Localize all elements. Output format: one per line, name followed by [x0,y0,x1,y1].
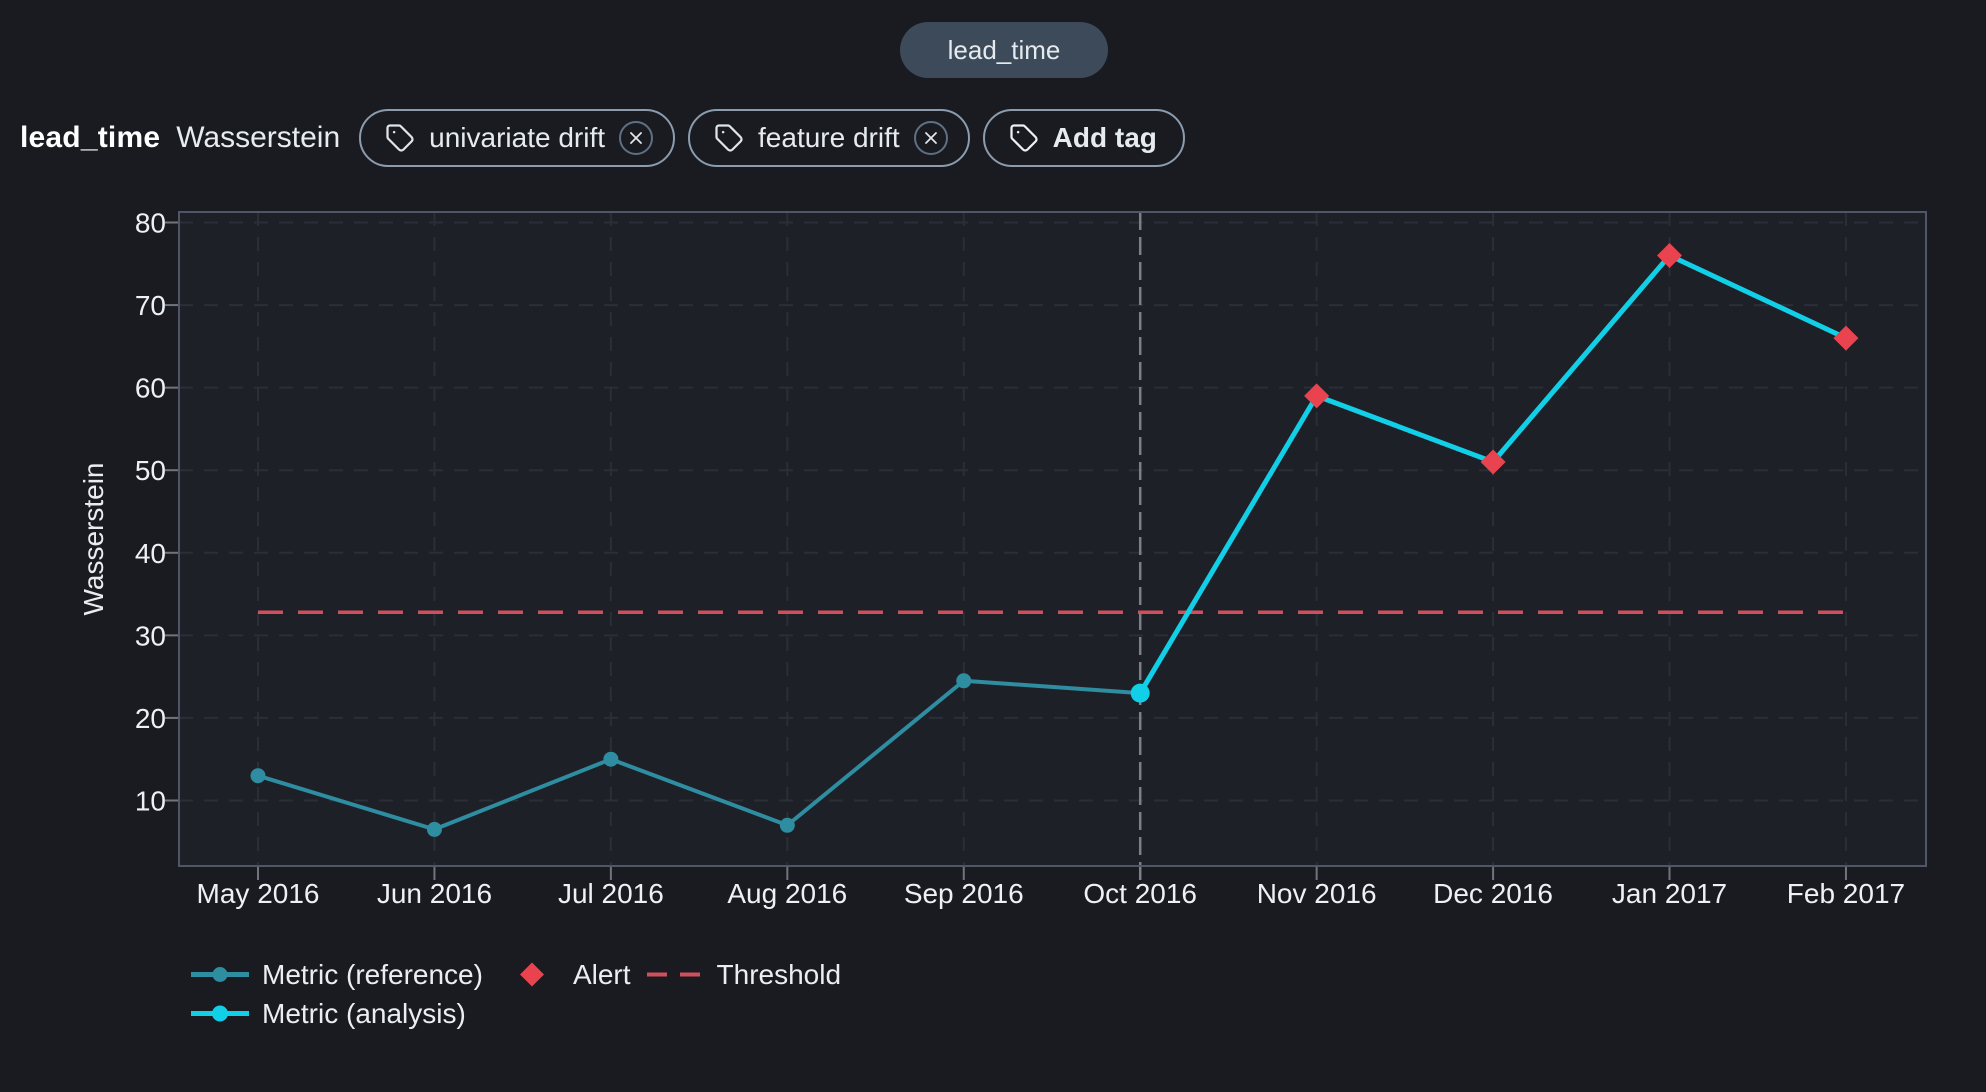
y-tick-label: 10 [135,785,166,816]
y-tick-label: 70 [135,290,166,321]
drift-chart: 10 20 30 40 50 60 70 80 May 2016 Jun 2016 Jul 2016… [0,0,1986,1092]
reference-point-marker[interactable] [956,673,971,688]
x-tick-label: Sep 2016 [904,878,1024,909]
y-axis-title: Wasserstein [78,462,109,615]
legend-label-alert: Alert [573,959,631,991]
legend-label-threshold: Threshold [717,959,842,991]
x-tick-label: Aug 2016 [727,878,847,909]
x-tick-label: Jan 2017 [1612,878,1727,909]
y-tick-label: 30 [135,620,166,651]
legend-row-1: Metric (reference) Alert Threshold [190,960,841,989]
legend-item-threshold[interactable]: Threshold [647,959,842,991]
x-tick-label: Oct 2016 [1083,878,1197,909]
y-tick-label: 40 [135,538,166,569]
reference-point-marker[interactable] [780,818,795,833]
legend-item-alert[interactable]: Alert [519,959,631,991]
legend-label-analysis: Metric (analysis) [262,998,466,1030]
reference-point-marker[interactable] [427,822,442,837]
y-tick-label: 60 [135,373,166,404]
x-tick-label: Jul 2016 [558,878,664,909]
legend-label-reference: Metric (reference) [262,959,483,991]
x-tick-label: May 2016 [197,878,320,909]
dashboard: lead_time lead_time Wasserstein univaria… [0,0,1986,1092]
alert-diamond-swatch [519,960,545,989]
y-tick-label: 20 [135,703,166,734]
y-tick-label: 50 [135,455,166,486]
x-tick-label: Dec 2016 [1433,878,1553,909]
reference-point-marker[interactable] [251,768,266,783]
chart-generated: 10 20 30 40 50 60 70 80 May 2016 Jun 2016 Jul 2016… [135,208,1926,910]
analysis-line-swatch [190,999,250,1028]
legend-row-2: Metric (analysis) [190,999,841,1028]
chart-legend: Metric (reference) Alert Threshold [190,960,841,1028]
legend-item-reference[interactable]: Metric (reference) [190,959,483,991]
reference-line-swatch [190,960,250,989]
x-tick-label: Jun 2016 [377,878,492,909]
x-tick-label: Feb 2017 [1787,878,1905,909]
threshold-dash-swatch [647,960,701,989]
plot-area[interactable] [179,212,1926,866]
y-tick-label: 80 [135,208,166,239]
x-tick-label: Nov 2016 [1257,878,1377,909]
reference-point-marker[interactable] [603,752,618,767]
legend-item-analysis[interactable]: Metric (analysis) [190,998,466,1030]
analysis-point-marker[interactable] [1131,684,1150,703]
